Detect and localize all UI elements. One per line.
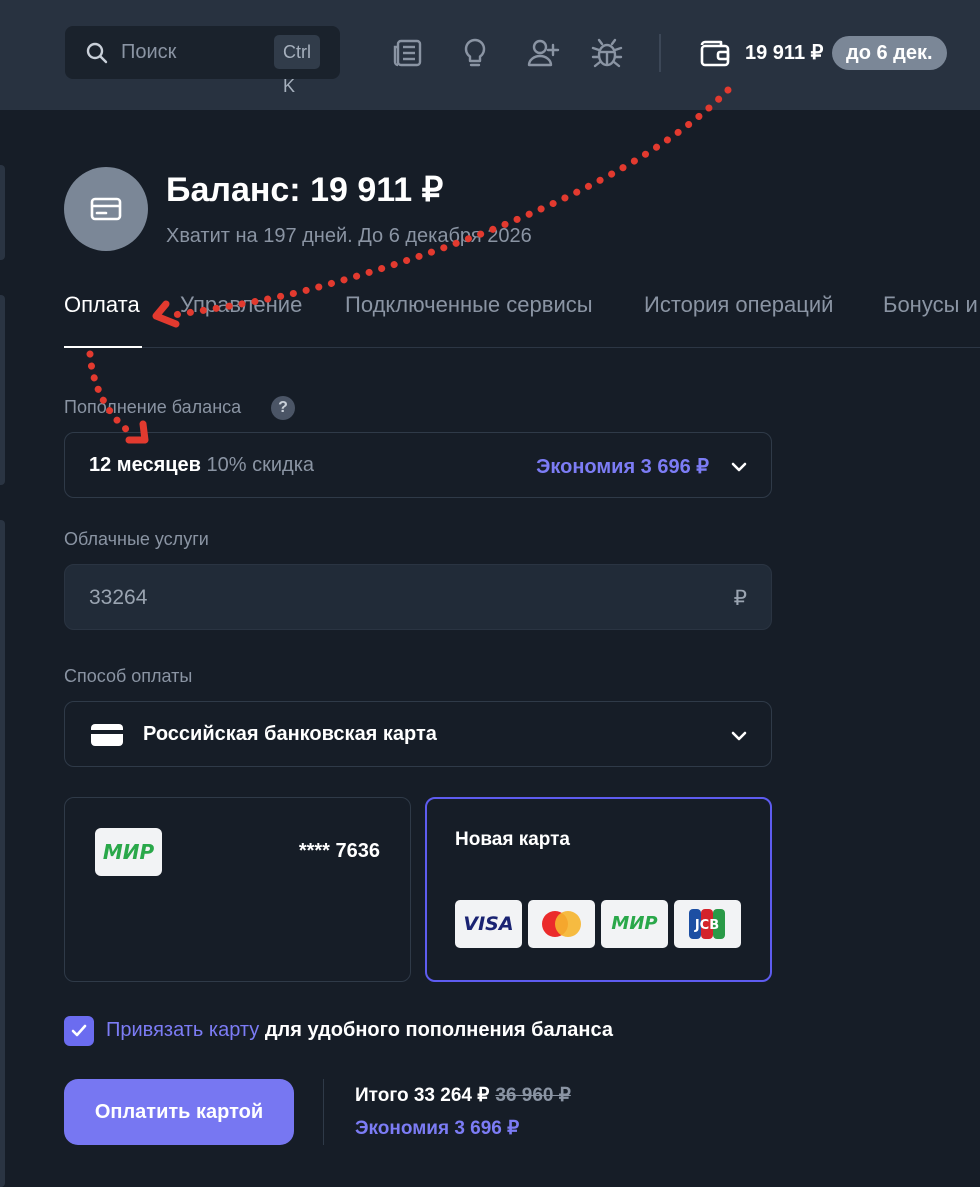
total-line: Итого 33 264 ₽36 960 ₽ — [355, 1084, 571, 1107]
jcb-logo: JCB — [674, 900, 741, 948]
wallet-icon[interactable] — [697, 36, 731, 70]
amount-input[interactable]: 33264 ₽ — [64, 564, 772, 630]
chevron-down-icon — [731, 462, 747, 472]
new-card-label: Новая карта — [455, 829, 570, 850]
tab-bonuses[interactable]: Бонусы и — [883, 292, 978, 318]
pay-by-card-button[interactable]: Оплатить картой — [64, 1079, 294, 1145]
period-savings: Экономия 3 696 ₽ — [536, 456, 709, 478]
currency-symbol: ₽ — [733, 587, 747, 610]
bind-card-link[interactable]: Привязать карту — [106, 1019, 259, 1041]
lightbulb-icon[interactable] — [458, 36, 492, 70]
news-icon[interactable] — [391, 36, 425, 70]
payment-method-select[interactable]: Российская банковская карта — [64, 701, 772, 767]
total-amount: Итого 33 264 ₽ — [355, 1085, 490, 1106]
page-title: Баланс: 19 911 ₽ — [166, 171, 444, 209]
chevron-down-icon — [731, 731, 747, 741]
topbar-balance[interactable]: 19 911 ₽ — [745, 40, 823, 65]
pay-divider — [323, 1079, 324, 1145]
method-label: Способ оплаты — [64, 666, 193, 686]
new-card-tile[interactable]: Новая карта VISA МИР JCB — [425, 797, 772, 982]
toolbar-divider — [659, 34, 661, 72]
total-savings: Экономия 3 696 ₽ — [355, 1118, 520, 1139]
mir-logo: МИР — [601, 900, 668, 948]
mir-logo: МИР — [95, 828, 162, 876]
balance-avatar — [64, 167, 148, 251]
sidebar-edge — [0, 165, 5, 260]
tab-connected-services[interactable]: Подключенные сервисы — [345, 292, 593, 318]
bug-icon[interactable] — [590, 36, 624, 70]
svg-text:JCB: JCB — [694, 918, 719, 933]
tab-history[interactable]: История операций — [644, 292, 833, 318]
active-tab-indicator — [64, 346, 142, 348]
help-icon[interactable]: ? — [271, 396, 295, 420]
payment-method-value: Российская банковская карта — [143, 723, 437, 745]
old-price: 36 960 ₽ — [495, 1085, 571, 1106]
search-shortcut: Ctrl K — [274, 35, 320, 96]
tab-payment[interactable]: Оплата — [64, 292, 140, 318]
tabs-divider — [64, 347, 980, 348]
annotation-arrow-tab-to-period — [86, 350, 139, 440]
top-bar: Поиск Ctrl K 19 911 ₽ до 6 дек. — [0, 0, 980, 110]
saved-card-number: **** 7636 — [298, 840, 380, 862]
balance-until-badge[interactable]: до 6 дек. — [832, 36, 947, 70]
period-value: 12 месяцев — [89, 454, 201, 476]
sidebar-edge — [0, 520, 5, 1187]
visa-logo: VISA — [455, 900, 522, 948]
bind-card-checkbox[interactable] — [64, 1016, 94, 1046]
credit-card-icon — [90, 197, 122, 221]
bind-card-rest: для удобного пополнения баланса — [259, 1019, 613, 1041]
saved-card-tile[interactable]: МИР **** 7636 — [64, 797, 411, 982]
topup-label: Пополнение баланса — [64, 397, 242, 417]
balance-subtitle: Хватит на 197 дней. До 6 декабря 2026 — [166, 225, 532, 247]
bind-card-text: Привязать карту для удобного пополнения … — [106, 1019, 613, 1042]
period-select[interactable]: 12 месяцев 10% скидка Экономия 3 696 ₽ — [64, 432, 772, 498]
search-box[interactable]: Поиск Ctrl K — [65, 26, 340, 96]
search-icon — [86, 42, 108, 64]
add-user-icon[interactable] — [526, 36, 560, 70]
bank-card-icon — [91, 724, 123, 746]
cloud-label: Облачные услуги — [64, 529, 209, 549]
annotation-arrowhead — [152, 300, 180, 328]
amount-value: 33264 — [89, 586, 148, 609]
check-icon — [71, 1024, 87, 1037]
search-placeholder: Поиск — [121, 41, 177, 63]
period-discount: 10% скидка — [206, 454, 315, 476]
tab-management[interactable]: Управление — [180, 292, 302, 318]
mastercard-logo — [528, 900, 595, 948]
sidebar-edge — [0, 295, 5, 485]
